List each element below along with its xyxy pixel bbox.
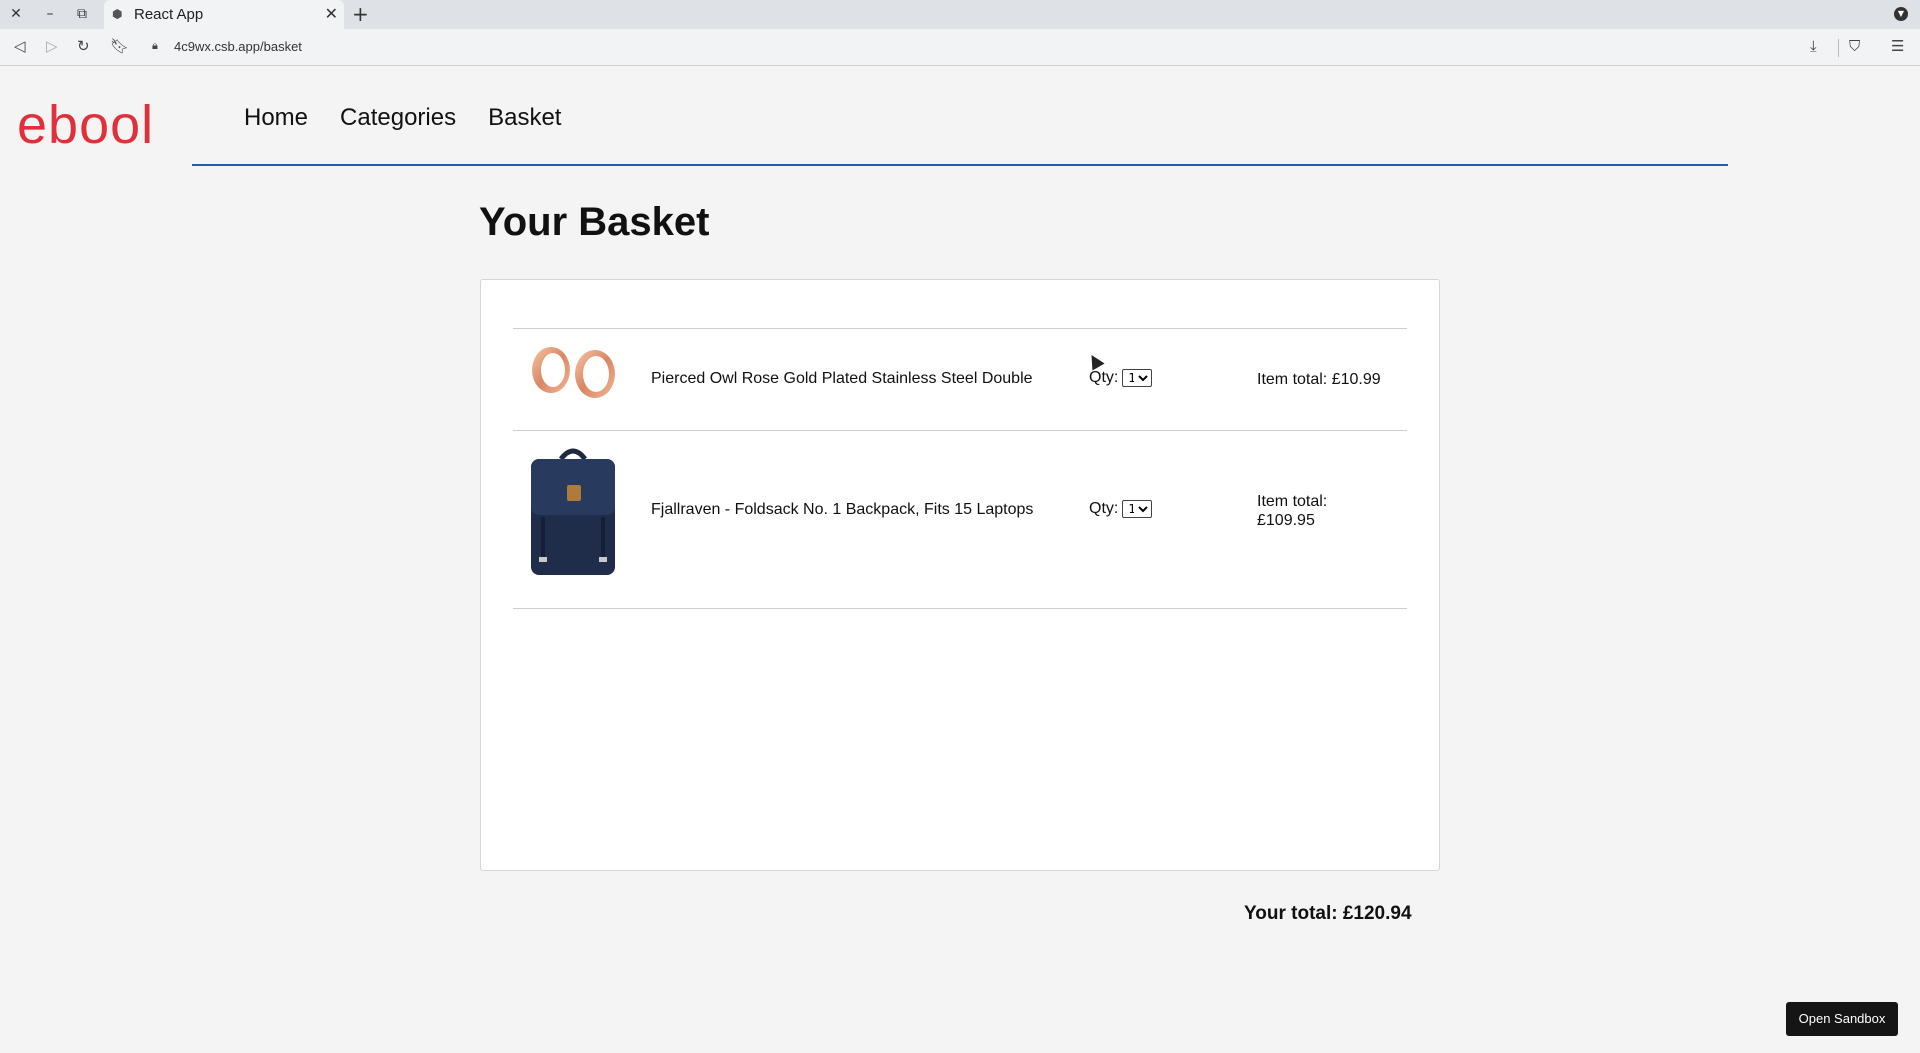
basket-total: Your total: £120.94 xyxy=(1244,903,1412,924)
item-total-value: £109.95 xyxy=(1257,512,1315,529)
browser-toolbar: ◁ ▷ ↻ 🔖︎ 🔒︎ 4c9wx.csb.app/basket ⤓ ⛉ ☰ xyxy=(0,29,1920,66)
qty-label: Qty: xyxy=(1089,369,1119,386)
basket-item: Fjallraven - Foldsack No. 1 Backpack, Fi… xyxy=(513,431,1407,608)
item-total: Item total: £109.95 xyxy=(1257,492,1327,530)
item-title[interactable]: Pierced Owl Rose Gold Plated Stainless S… xyxy=(651,370,1033,388)
qty-control: Qty: 1 xyxy=(1089,369,1153,387)
tab-close-icon[interactable]: ✕ xyxy=(325,4,338,23)
download-icon[interactable]: ⤓ xyxy=(1810,37,1817,55)
reload-icon[interactable]: ↻ xyxy=(77,37,90,55)
tab-search-icon[interactable]: ▼ xyxy=(1894,7,1908,21)
address-bar[interactable]: 4c9wx.csb.app/basket xyxy=(174,39,302,54)
restore-icon[interactable]: ⧉ xyxy=(72,4,92,24)
close-icon[interactable]: ✕ xyxy=(6,4,26,24)
qty-select[interactable]: 1 xyxy=(1122,500,1153,518)
row-divider xyxy=(513,608,1407,609)
qty-control: Qty: 1 xyxy=(1089,500,1153,518)
page: ebool Home Categories Basket Your Basket xyxy=(0,66,1920,1053)
item-total-label: Item total: xyxy=(1257,493,1328,510)
browser-tab-bar: ✕ – ⧉ ⬢ React App ✕ + ▼ xyxy=(0,0,1920,29)
product-image-earrings xyxy=(532,347,615,398)
nav-divider xyxy=(192,164,1728,166)
favicon-icon: ⬢ xyxy=(112,7,123,21)
forward-icon[interactable]: ▷ xyxy=(46,37,58,55)
open-sandbox-button[interactable]: Open Sandbox xyxy=(1786,1002,1898,1036)
nav-categories[interactable]: Categories xyxy=(340,104,456,132)
basket-card: Pierced Owl Rose Gold Plated Stainless S… xyxy=(480,279,1440,871)
toolbar-divider xyxy=(1838,39,1839,57)
product-image-backpack xyxy=(531,448,615,575)
browser-tab[interactable]: ⬢ React App ✕ xyxy=(104,0,344,29)
bookmark-icon[interactable]: 🔖︎ xyxy=(110,37,129,55)
basket-item: Pierced Owl Rose Gold Plated Stainless S… xyxy=(513,329,1407,430)
minimize-icon[interactable]: – xyxy=(40,4,60,24)
brave-shield-icon[interactable]: ⛉ xyxy=(1849,37,1860,55)
main-nav: Home Categories Basket xyxy=(244,104,561,132)
lock-icon: 🔒︎ xyxy=(152,39,158,52)
nav-basket[interactable]: Basket xyxy=(488,104,561,132)
page-title: Your Basket xyxy=(479,200,710,244)
item-title[interactable]: Fjallraven - Foldsack No. 1 Backpack, Fi… xyxy=(651,501,1033,519)
back-icon[interactable]: ◁ xyxy=(14,37,26,55)
new-tab-icon[interactable]: + xyxy=(352,2,369,26)
menu-icon[interactable]: ☰ xyxy=(1891,37,1904,55)
site-logo[interactable]: ebool xyxy=(17,94,154,156)
nav-home[interactable]: Home xyxy=(244,104,308,132)
tab-title: React App xyxy=(134,6,204,23)
qty-select[interactable]: 1 xyxy=(1122,369,1153,387)
qty-label: Qty: xyxy=(1089,500,1119,517)
item-total: Item total: £10.99 xyxy=(1257,371,1381,388)
